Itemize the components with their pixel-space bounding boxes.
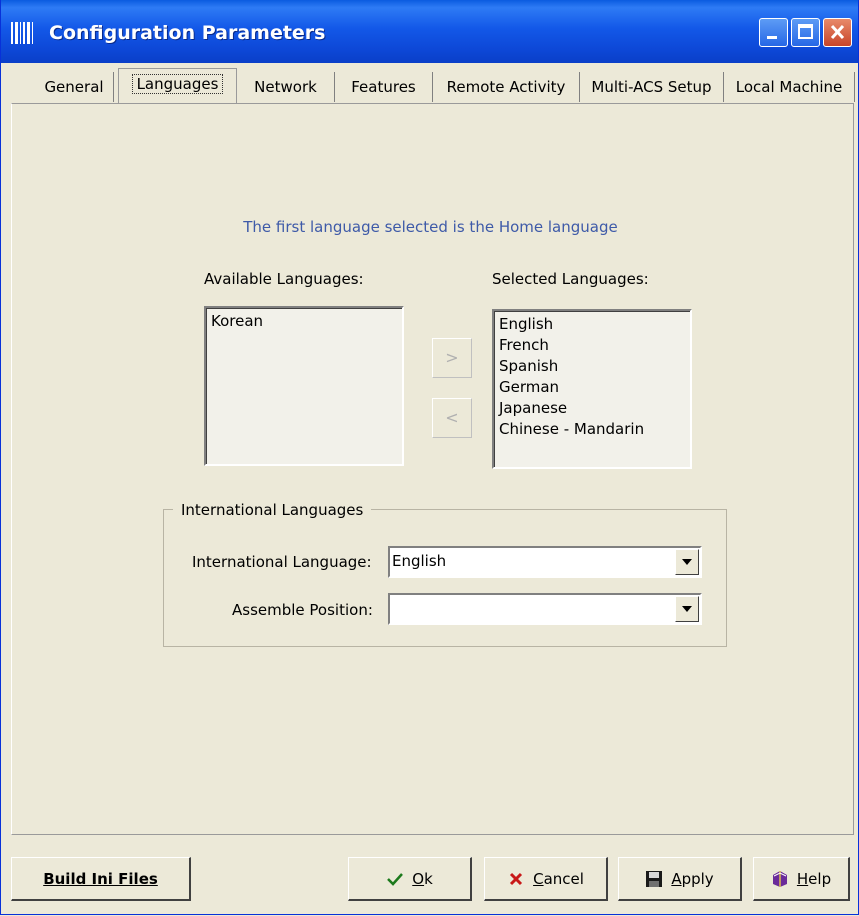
maximize-button[interactable] [791,18,820,47]
tab-local-machine[interactable]: Local Machine [724,72,855,102]
add-language-button[interactable]: > [432,338,472,378]
tab-network[interactable]: Network [237,72,335,102]
international-languages-group [163,509,727,647]
x-icon [510,872,523,885]
barcode-icon [11,22,33,44]
list-item[interactable]: Japanese [499,398,686,419]
ok-button[interactable]: Ok [348,857,472,901]
build-ini-files-button[interactable]: Build Ini Files [11,857,191,901]
maximize-icon [798,24,813,39]
apply-label: Apply [671,869,714,888]
tab-panel [11,103,854,835]
cancel-button[interactable]: Cancel [484,857,608,901]
remove-language-button[interactable]: < [432,398,472,438]
available-languages-list[interactable]: Korean [204,306,404,466]
international-language-dropdown-button[interactable] [675,549,699,575]
apply-button[interactable]: Apply [618,857,742,901]
international-languages-title: International Languages [173,501,372,519]
chevron-down-icon [682,559,692,565]
international-language-select[interactable]: English [388,546,702,578]
minimize-button[interactable] [759,18,788,47]
assemble-position-select[interactable] [388,593,702,625]
selected-languages-list[interactable]: English French Spanish German Japanese C… [492,309,692,469]
checkmark-icon [387,872,404,886]
build-ini-files-label: Build Ini Files [43,869,158,888]
list-item[interactable]: English [499,314,686,335]
list-item[interactable]: Spanish [499,356,686,377]
assemble-position-dropdown-button[interactable] [675,596,699,622]
ok-label: Ok [412,869,433,888]
help-book-icon [772,870,787,887]
home-language-hint: The first language selected is the Home … [243,218,618,236]
tab-languages[interactable]: Languages [118,68,237,103]
cancel-label: Cancel [533,869,584,888]
minimize-icon [767,36,777,39]
list-item[interactable]: French [499,335,686,356]
help-button[interactable]: Help [753,857,850,901]
available-languages-items: Korean [206,308,402,464]
available-languages-label: Available Languages: [204,270,364,288]
tab-general[interactable]: General [35,72,114,102]
floppy-disk-icon [646,870,663,887]
assemble-position-label: Assemble Position: [232,601,373,619]
chevron-down-icon [682,606,692,612]
tab-features[interactable]: Features [335,72,433,102]
close-button[interactable] [823,18,852,47]
tab-languages-label: Languages [131,74,224,94]
list-item[interactable]: Korean [211,311,398,332]
international-language-label: International Language: [192,553,372,571]
window-title: Configuration Parameters [49,22,326,44]
close-icon [830,24,845,40]
tab-multi-acs-setup[interactable]: Multi-ACS Setup [580,72,724,102]
configuration-window: Configuration Parameters General Languag… [0,0,859,915]
selected-languages-label: Selected Languages: [492,270,649,288]
list-item[interactable]: Chinese - Mandarin [499,419,686,440]
list-item[interactable]: German [499,377,686,398]
title-bar[interactable]: Configuration Parameters [1,0,858,63]
international-language-value: English [392,552,447,570]
tab-strip: General Languages Network Features Remot… [11,68,856,104]
help-label: Help [796,869,832,888]
tab-remote-activity[interactable]: Remote Activity [433,72,580,102]
selected-languages-items: English French Spanish German Japanese C… [494,311,690,467]
